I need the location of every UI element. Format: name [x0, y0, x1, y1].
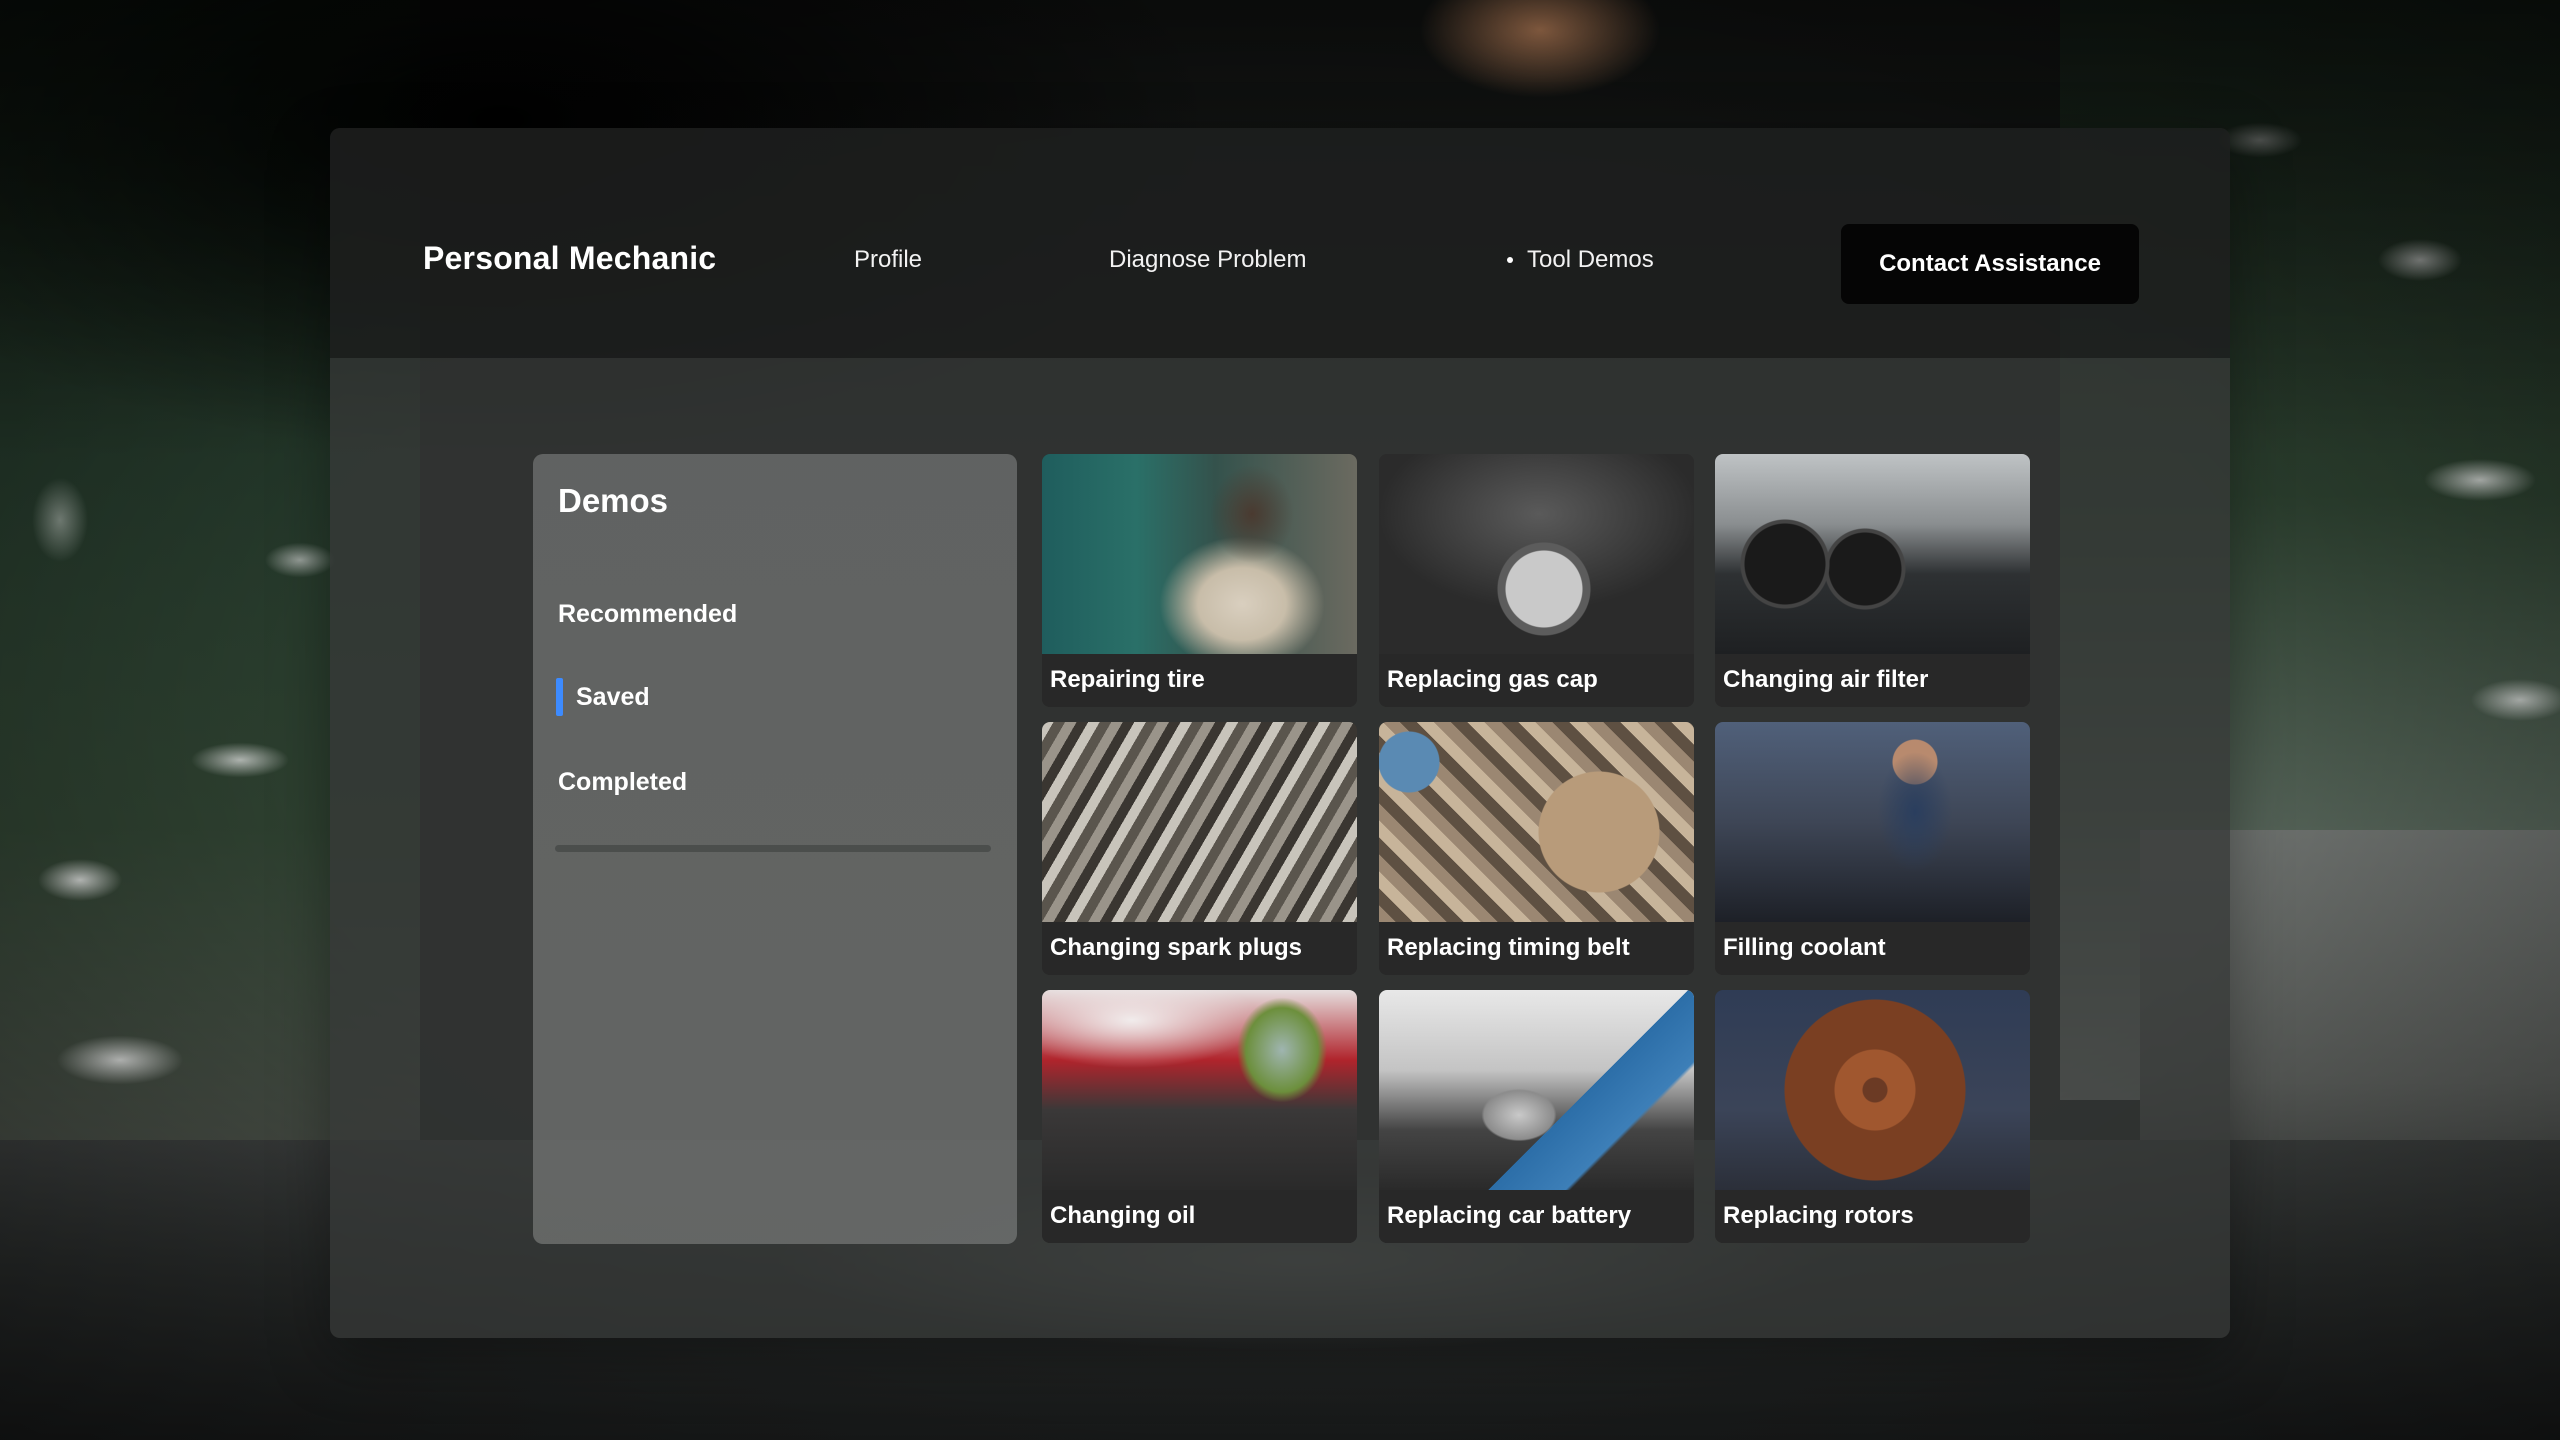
demo-card-replacing-rotors[interactable]: Replacing rotors	[1715, 990, 2030, 1243]
contact-assistance-button[interactable]: Contact Assistance	[1841, 224, 2139, 304]
nav-tool-demos-label: Tool Demos	[1527, 246, 1654, 273]
demo-label: Replacing rotors	[1723, 1202, 1914, 1229]
demo-thumbnail	[1379, 454, 1694, 654]
demo-label: Filling coolant	[1723, 934, 1886, 961]
demo-card-replacing-timing-belt[interactable]: Replacing timing belt	[1379, 722, 1694, 975]
demo-thumbnail	[1379, 722, 1694, 922]
demo-label: Replacing car battery	[1387, 1202, 1632, 1229]
demo-thumbnail	[1715, 454, 2030, 654]
demo-caption: Filling coolant	[1715, 922, 2030, 975]
demo-thumbnail	[1715, 722, 2030, 922]
demo-caption: Replacing car battery	[1379, 1190, 1694, 1243]
demo-card-replacing-gas-cap[interactable]: Replacing gas cap	[1379, 454, 1694, 707]
sidebar-item-completed[interactable]: Completed	[558, 768, 687, 797]
demo-label: Changing spark plugs	[1050, 934, 1303, 961]
demo-thumbnail	[1379, 990, 1694, 1190]
demo-card-changing-oil[interactable]: Changing oil	[1042, 990, 1357, 1243]
demo-card-changing-spark-plugs[interactable]: Changing spark plugs	[1042, 722, 1357, 975]
demo-label: Changing air filter	[1723, 666, 1929, 693]
demos-sidebar: Demos Recommended Saved Completed	[533, 454, 1017, 1244]
sidebar-title: Demos	[558, 482, 669, 519]
demo-label: Repairing tire	[1050, 666, 1205, 693]
active-nav-dot-icon	[1507, 257, 1513, 263]
top-nav: Personal Mechanic Profile Diagnose Probl…	[330, 128, 2230, 358]
demo-caption: Changing air filter	[1715, 654, 2030, 707]
nav-profile-link[interactable]: Profile	[854, 246, 922, 274]
demo-card-replacing-car-battery[interactable]: Replacing car battery	[1379, 990, 1694, 1243]
demo-caption: Replacing rotors	[1715, 1190, 2030, 1243]
active-indicator	[556, 678, 563, 716]
demo-caption: Replacing timing belt	[1379, 922, 1694, 975]
demo-thumbnail	[1042, 454, 1357, 654]
sidebar-scrollbar[interactable]	[555, 845, 991, 852]
brand-title: Personal Mechanic	[423, 240, 717, 276]
demo-thumbnail	[1715, 990, 2030, 1190]
demo-card-repairing-tire[interactable]: Repairing tire	[1042, 454, 1357, 707]
demo-caption: Changing spark plugs	[1042, 922, 1357, 975]
demo-caption: Replacing gas cap	[1379, 654, 1694, 707]
nav-tool-demos-link[interactable]: Tool Demos	[1507, 246, 1654, 274]
demo-label: Replacing timing belt	[1387, 934, 1630, 961]
demo-thumbnail	[1042, 990, 1357, 1190]
demo-card-changing-air-filter[interactable]: Changing air filter	[1715, 454, 2030, 707]
demo-label: Replacing gas cap	[1387, 666, 1598, 693]
app-window: Personal Mechanic Profile Diagnose Probl…	[330, 128, 2230, 1338]
sidebar-item-recommended[interactable]: Recommended	[558, 600, 737, 629]
demo-caption: Changing oil	[1042, 1190, 1357, 1243]
demo-card-filling-coolant[interactable]: Filling coolant	[1715, 722, 2030, 975]
demo-label: Changing oil	[1050, 1202, 1196, 1229]
sidebar-item-saved[interactable]: Saved	[576, 683, 650, 712]
nav-diagnose-link[interactable]: Diagnose Problem	[1109, 246, 1306, 274]
demo-thumbnail	[1042, 722, 1357, 922]
demo-caption: Repairing tire	[1042, 654, 1357, 707]
